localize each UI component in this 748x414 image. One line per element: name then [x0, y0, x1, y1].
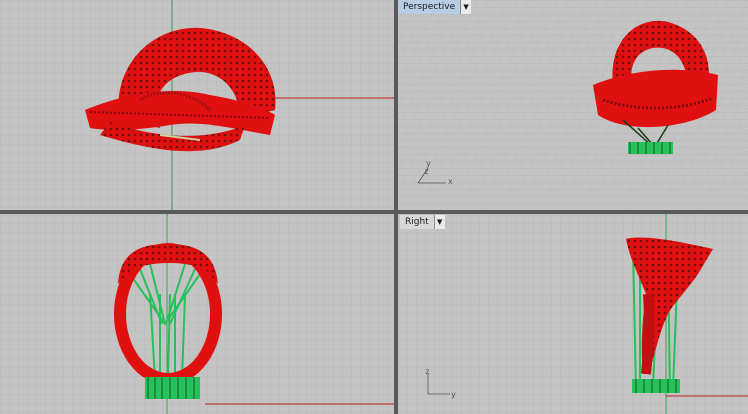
top-view-canvas [0, 0, 394, 210]
viewport-perspective[interactable]: Perspective ▼ y z x [398, 0, 748, 210]
axis-label-z: z [424, 167, 429, 176]
chevron-down-icon[interactable]: ▼ [433, 215, 445, 229]
right-view-canvas [398, 214, 748, 414]
viewport-top[interactable] [0, 0, 394, 210]
chevron-down-icon[interactable]: ▼ [460, 0, 472, 14]
axis-label-x: x [448, 177, 453, 186]
viewport-front[interactable] [0, 214, 394, 414]
axis-label-y: y [451, 390, 456, 399]
axis-label-z: z [425, 367, 430, 376]
viewport-tab-right[interactable]: Right ▼ [400, 215, 445, 229]
front-view-canvas [0, 214, 394, 414]
viewport-tab-perspective[interactable]: Perspective ▼ [398, 0, 472, 14]
viewport-title[interactable]: Perspective [398, 0, 461, 14]
viewport-title[interactable]: Right [400, 215, 434, 229]
viewport-right[interactable]: Right ▼ z y [398, 214, 748, 414]
